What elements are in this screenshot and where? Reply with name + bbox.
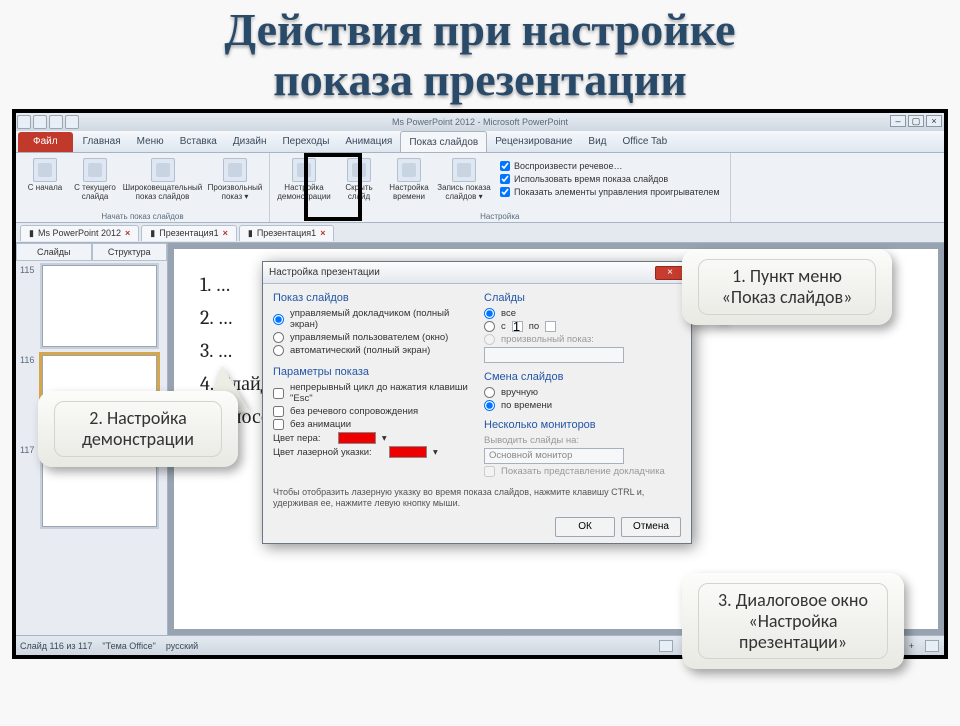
tab-slideshow[interactable]: Показ слайдов — [400, 131, 487, 152]
close-icon[interactable]: × — [320, 228, 325, 238]
opt-all-slides[interactable]: все — [484, 308, 681, 319]
window-title: Ms PowerPoint 2012 - Microsoft PowerPoin… — [16, 117, 944, 127]
laser-color-picker[interactable] — [389, 446, 427, 458]
opt-custom-show[interactable]: произвольный показ: — [484, 334, 681, 345]
callout-2: 2. Настройка демонстрации — [38, 391, 238, 466]
record-icon — [452, 158, 476, 182]
ok-button[interactable]: ОК — [555, 517, 615, 537]
side-tab-slides[interactable]: Слайды — [16, 243, 92, 261]
close-icon[interactable]: × — [125, 228, 130, 238]
tab-transitions[interactable]: Переходы — [274, 131, 337, 152]
section-monitors: Несколько мониторов — [484, 419, 681, 431]
minimize-button[interactable]: – — [890, 115, 906, 127]
chk-use-timings[interactable]: Использовать время показа слайдов — [500, 174, 720, 184]
tab-animation[interactable]: Анимация — [337, 131, 400, 152]
broadcast-icon — [151, 158, 175, 182]
pp-icon: ▮ — [150, 228, 155, 239]
btn-custom-show[interactable]: Произвольный показ ▾ — [205, 155, 265, 212]
monitor-combo[interactable]: Основной монитор — [484, 448, 624, 464]
btn-setup-show[interactable]: Настройка демонстрации — [274, 155, 334, 212]
section-show-options: Параметры показа — [273, 366, 470, 378]
opt-kiosk[interactable]: автоматический (полный экран) — [273, 345, 470, 356]
chk-play-narration[interactable]: Воспроизвести речевое… — [500, 161, 720, 171]
chk-loop[interactable]: непрерывный цикл до нажатия клавиши "Esc… — [273, 382, 470, 404]
slide-counter: Слайд 116 из 117 — [20, 641, 92, 651]
laser-color-row: Цвет лазерной указки: ▾ — [273, 446, 470, 458]
tab-design[interactable]: Дизайн — [225, 131, 275, 152]
pen-color-row: Цвет пера: ▾ — [273, 432, 470, 444]
btn-from-current[interactable]: С текущего слайда — [70, 155, 120, 212]
dialog-setup-show: Настройка презентации × Показ слайдов уп… — [262, 261, 692, 544]
btn-rehearse[interactable]: Настройка времени — [384, 155, 434, 212]
close-icon[interactable]: × — [223, 228, 228, 238]
label-output: Выводить слайды на: — [484, 435, 681, 446]
document-tabs: ▮Ms PowerPoint 2012× ▮Презентация1× ▮Пре… — [16, 223, 944, 243]
opt-speaker[interactable]: управляемый докладчиком (полный экран) — [273, 308, 470, 330]
btn-from-start[interactable]: С начала — [20, 155, 70, 212]
chk-no-narration[interactable]: без речевого сопровождения — [273, 406, 470, 417]
dialog-close-button[interactable]: × — [655, 266, 685, 280]
play-icon — [33, 158, 57, 182]
pp-icon: ▮ — [29, 228, 34, 239]
btn-record[interactable]: Запись показа слайдов ▾ — [434, 155, 494, 212]
tab-file[interactable]: Файл — [18, 132, 73, 152]
theme-name: "Тема Office" — [102, 641, 155, 651]
group-setup: Настройка — [274, 212, 726, 222]
doc-tab[interactable]: ▮Ms PowerPoint 2012× — [20, 225, 139, 241]
hide-icon — [347, 158, 371, 182]
tab-home[interactable]: Главная — [75, 131, 129, 152]
ribbon-tabs: Файл Главная Меню Вставка Дизайн Переход… — [16, 131, 944, 153]
callout-3: 3. Диалоговое окно «Настройка презентаци… — [682, 573, 904, 669]
thumb[interactable]: 115 — [20, 265, 163, 347]
from-input — [512, 321, 523, 332]
ribbon: С начала С текущего слайда Широковещател… — [16, 153, 944, 223]
close-button[interactable]: × — [926, 115, 942, 127]
tab-insert[interactable]: Вставка — [172, 131, 225, 152]
page-title: Действия при настройке показа презентаци… — [0, 6, 960, 105]
custom-show-icon — [223, 158, 247, 182]
btn-hide-slide[interactable]: Скрыть слайд — [334, 155, 384, 212]
setup-icon — [292, 158, 316, 182]
view-normal-icon[interactable] — [659, 640, 673, 652]
pen-color-picker[interactable] — [338, 432, 376, 444]
opt-individual[interactable]: управляемый пользователем (окно) — [273, 332, 470, 343]
powerpoint-window: Ms PowerPoint 2012 - Microsoft PowerPoin… — [12, 109, 948, 659]
section-advance: Смена слайдов — [484, 371, 681, 383]
doc-tab[interactable]: ▮Презентация1× — [141, 225, 237, 241]
chk-presenter-view[interactable]: Показать представление докладчика — [484, 466, 681, 477]
chk-show-controls[interactable]: Показать элементы управления проигрывате… — [500, 187, 720, 197]
play-current-icon — [83, 158, 107, 182]
maximize-button[interactable]: ▢ — [908, 115, 924, 127]
tab-review[interactable]: Рецензирование — [487, 131, 580, 152]
fit-button[interactable] — [925, 640, 939, 652]
group-start-slideshow: Начать показ слайдов — [20, 212, 265, 222]
chk-no-animation[interactable]: без анимации — [273, 419, 470, 430]
opt-range[interactable]: с по — [484, 321, 681, 332]
tab-officetab[interactable]: Office Tab — [615, 131, 676, 152]
laser-hint: Чтобы отобразить лазерную указку во врем… — [273, 487, 681, 509]
side-tab-outline[interactable]: Структура — [92, 243, 168, 261]
custom-show-combo[interactable] — [484, 347, 624, 363]
callout-1: 1. Пункт меню «Показ слайдов» — [682, 249, 892, 324]
btn-broadcast[interactable]: Широковещательный показ слайдов — [120, 155, 205, 212]
section-show-type: Показ слайдов — [273, 292, 470, 304]
opt-manual[interactable]: вручную — [484, 387, 681, 398]
pp-icon: ▮ — [248, 228, 253, 239]
doc-tab[interactable]: ▮Презентация1× — [239, 225, 335, 241]
dialog-title: Настройка презентации — [269, 267, 380, 278]
to-input — [545, 321, 556, 332]
cancel-button[interactable]: Отмена — [621, 517, 681, 537]
timer-icon — [397, 158, 421, 182]
language[interactable]: русский — [166, 641, 198, 651]
zoom-in-button[interactable]: + — [909, 641, 914, 651]
tab-view[interactable]: Вид — [580, 131, 614, 152]
section-slides: Слайды — [484, 292, 681, 304]
window-titlebar: Ms PowerPoint 2012 - Microsoft PowerPoin… — [16, 113, 944, 131]
opt-timed[interactable]: по времени — [484, 400, 681, 411]
tab-menu[interactable]: Меню — [129, 131, 172, 152]
